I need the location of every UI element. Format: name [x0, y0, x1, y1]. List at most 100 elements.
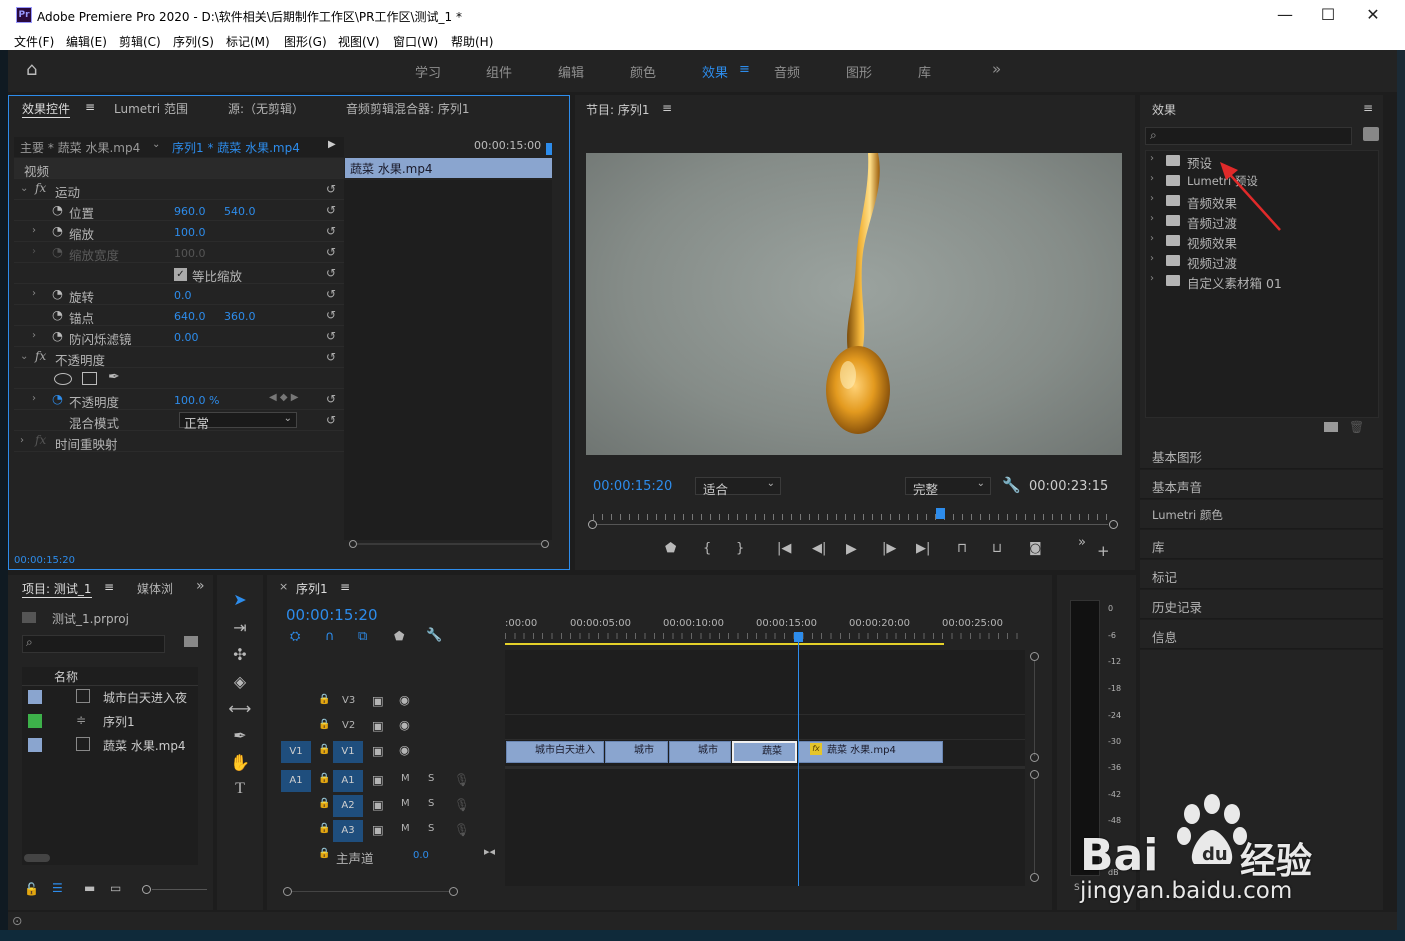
reset-icon[interactable]: ↺ [326, 182, 336, 196]
close-tab-icon[interactable]: × [279, 580, 288, 593]
ripple-edit-tool-icon[interactable]: ✣ [226, 645, 254, 669]
chevron-down-icon[interactable]: ⌄ [152, 139, 160, 150]
lock-icon[interactable]: 🔒 [318, 823, 330, 834]
stopwatch-active-icon[interactable]: ◔ [52, 391, 63, 406]
anti-flicker-value[interactable]: 0.00 [174, 331, 199, 344]
fx-icon[interactable]: fx [35, 349, 46, 363]
maximize-button[interactable]: ☐ [1308, 5, 1348, 25]
button-editor-plus-icon[interactable]: + [1097, 542, 1110, 560]
effects-item-video-transitions[interactable]: › 视频过渡 [1146, 251, 1378, 271]
tab-media-browser[interactable]: 媒体浏 [137, 580, 173, 597]
fit-select[interactable]: 适合 ⌄ [695, 477, 781, 497]
reset-icon[interactable]: ↺ [326, 350, 336, 364]
stopwatch-icon[interactable]: ◔ [52, 286, 63, 301]
menu-help[interactable]: 帮助(H) [451, 33, 493, 50]
eye-icon[interactable]: ◉ [399, 717, 410, 732]
tab-menu-icon[interactable]: ≡ [85, 100, 95, 114]
more-controls-icon[interactable]: » [1078, 535, 1086, 550]
lock-icon[interactable]: 🔓 [24, 882, 39, 896]
clip-veg-selected[interactable]: 蔬菜 [732, 741, 797, 763]
timeline-playhead[interactable] [794, 632, 803, 642]
blend-mode-select[interactable]: 正常 ⌄ [179, 412, 297, 431]
timeline-vertical-scrollbar[interactable] [1030, 652, 1039, 882]
stopwatch-icon[interactable]: ◔ [52, 328, 63, 343]
panel-markers[interactable]: 标记 [1140, 560, 1383, 589]
project-item-city[interactable]: 城市白天进入夜 [103, 689, 198, 706]
sync-lock-icon[interactable]: ▣ [372, 772, 384, 787]
sync-lock-icon[interactable]: ▣ [372, 693, 384, 708]
stopwatch-icon[interactable]: ◔ [52, 223, 63, 238]
microphone-icon[interactable]: 🎙 [454, 772, 470, 788]
ec-clip-bar[interactable]: 蔬菜 水果.mp4 [345, 158, 552, 178]
sync-lock-icon[interactable]: ▣ [372, 743, 384, 758]
expand-caret-icon[interactable]: › [32, 393, 36, 404]
reset-icon[interactable]: ↺ [326, 329, 336, 343]
microphone-icon[interactable]: 🎙 [454, 822, 470, 838]
fx-icon[interactable]: fx [35, 433, 46, 447]
ws-effects[interactable]: 效果 [702, 62, 728, 81]
master-volume-value[interactable]: 0.0 [413, 850, 429, 861]
sync-lock-icon[interactable]: ▣ [372, 797, 384, 812]
ec-zoom-scrollbar[interactable] [349, 540, 549, 548]
sequence-clip-label[interactable]: 序列1 * 蔬菜 水果.mp4 [172, 139, 300, 156]
sync-lock-icon[interactable]: ▣ [372, 822, 384, 837]
tab-source[interactable]: 源:（无剪辑） [228, 100, 304, 117]
anchor-y-value[interactable]: 360.0 [224, 310, 256, 323]
program-timecode[interactable]: 00:00:15:20 [593, 479, 672, 494]
add-marker-icon[interactable]: ⬟ [394, 629, 404, 643]
mute-button[interactable]: M [401, 798, 410, 809]
fx-icon[interactable]: fx [35, 181, 46, 195]
program-monitor-title[interactable]: 节目: 序列1 [586, 101, 650, 118]
timeline-settings-wrench-icon[interactable]: 🔧 [426, 628, 442, 643]
delete-trash-icon[interactable]: 🗑 [1349, 420, 1364, 434]
linked-selection-icon[interactable]: ⧉ [358, 629, 367, 644]
quality-select[interactable]: 完整 ⌄ [905, 477, 991, 497]
play-icon[interactable]: ▶ [846, 541, 857, 557]
position-y-value[interactable]: 540.0 [224, 205, 256, 218]
ec-current-timecode[interactable]: 00:00:15:20 [14, 555, 75, 566]
minimize-button[interactable]: — [1265, 5, 1305, 25]
clip-city-1[interactable]: 城市白天进入 [506, 741, 604, 763]
add-marker-icon[interactable]: ⬟ [665, 541, 676, 556]
label-color-swatch[interactable] [28, 714, 42, 728]
panel-essential-graphics[interactable]: 基本图形 [1140, 440, 1383, 469]
timeline-playhead-line[interactable] [798, 638, 799, 886]
effects-item-custom-bin[interactable]: › 自定义素材箱 01 [1146, 271, 1378, 291]
ws-libraries[interactable]: 库 [918, 62, 931, 81]
go-to-in-icon[interactable]: |◀ [777, 541, 791, 556]
label-color-swatch[interactable] [28, 690, 42, 704]
panel-history[interactable]: 历史记录 [1140, 590, 1383, 619]
more-panels-icon[interactable]: » [196, 578, 205, 594]
ws-assembly[interactable]: 组件 [486, 62, 512, 81]
lock-icon[interactable]: 🔒 [318, 719, 330, 730]
program-scrubber[interactable] [588, 508, 1118, 532]
zoom-slider-track[interactable] [152, 889, 207, 890]
ws-more-icon[interactable]: » [992, 60, 1001, 78]
tab-effect-controls[interactable]: 效果控件 [22, 100, 71, 118]
selection-tool-icon[interactable]: ➤ [226, 590, 254, 614]
snap-magnet-icon[interactable]: ∩ [325, 629, 335, 644]
stopwatch-icon[interactable]: ◔ [52, 307, 63, 322]
reset-icon[interactable]: ↺ [326, 266, 336, 280]
mark-in-icon[interactable]: { [703, 541, 711, 556]
go-to-out-icon[interactable]: ▶| [916, 541, 930, 556]
project-search-input[interactable] [22, 635, 165, 653]
ws-audio[interactable]: 音频 [774, 62, 800, 81]
lift-icon[interactable]: ⊓ [957, 541, 967, 556]
program-video-frame[interactable] [586, 153, 1122, 455]
expand-caret-icon[interactable]: ⌄ [20, 183, 28, 194]
solo-button[interactable]: S [428, 773, 434, 784]
rotation-value[interactable]: 0.0 [174, 289, 192, 302]
meter-solo-button[interactable]: S [1074, 883, 1080, 893]
menu-edit[interactable]: 编辑(E) [66, 33, 107, 50]
clip-city-3[interactable]: 城市 [669, 741, 731, 763]
ws-editing[interactable]: 编辑 [558, 62, 584, 81]
menu-window[interactable]: 窗口(W) [393, 33, 438, 50]
pen-mask-icon[interactable]: ✒ [108, 369, 120, 385]
solo-button[interactable]: S [428, 823, 434, 834]
wrench-icon[interactable]: 🔧 [1002, 476, 1021, 494]
type-tool-icon[interactable]: T [226, 780, 254, 804]
lock-icon[interactable]: 🔒 [318, 848, 330, 859]
eye-icon[interactable]: ◉ [399, 742, 410, 757]
new-search-bin-icon[interactable] [184, 636, 198, 647]
